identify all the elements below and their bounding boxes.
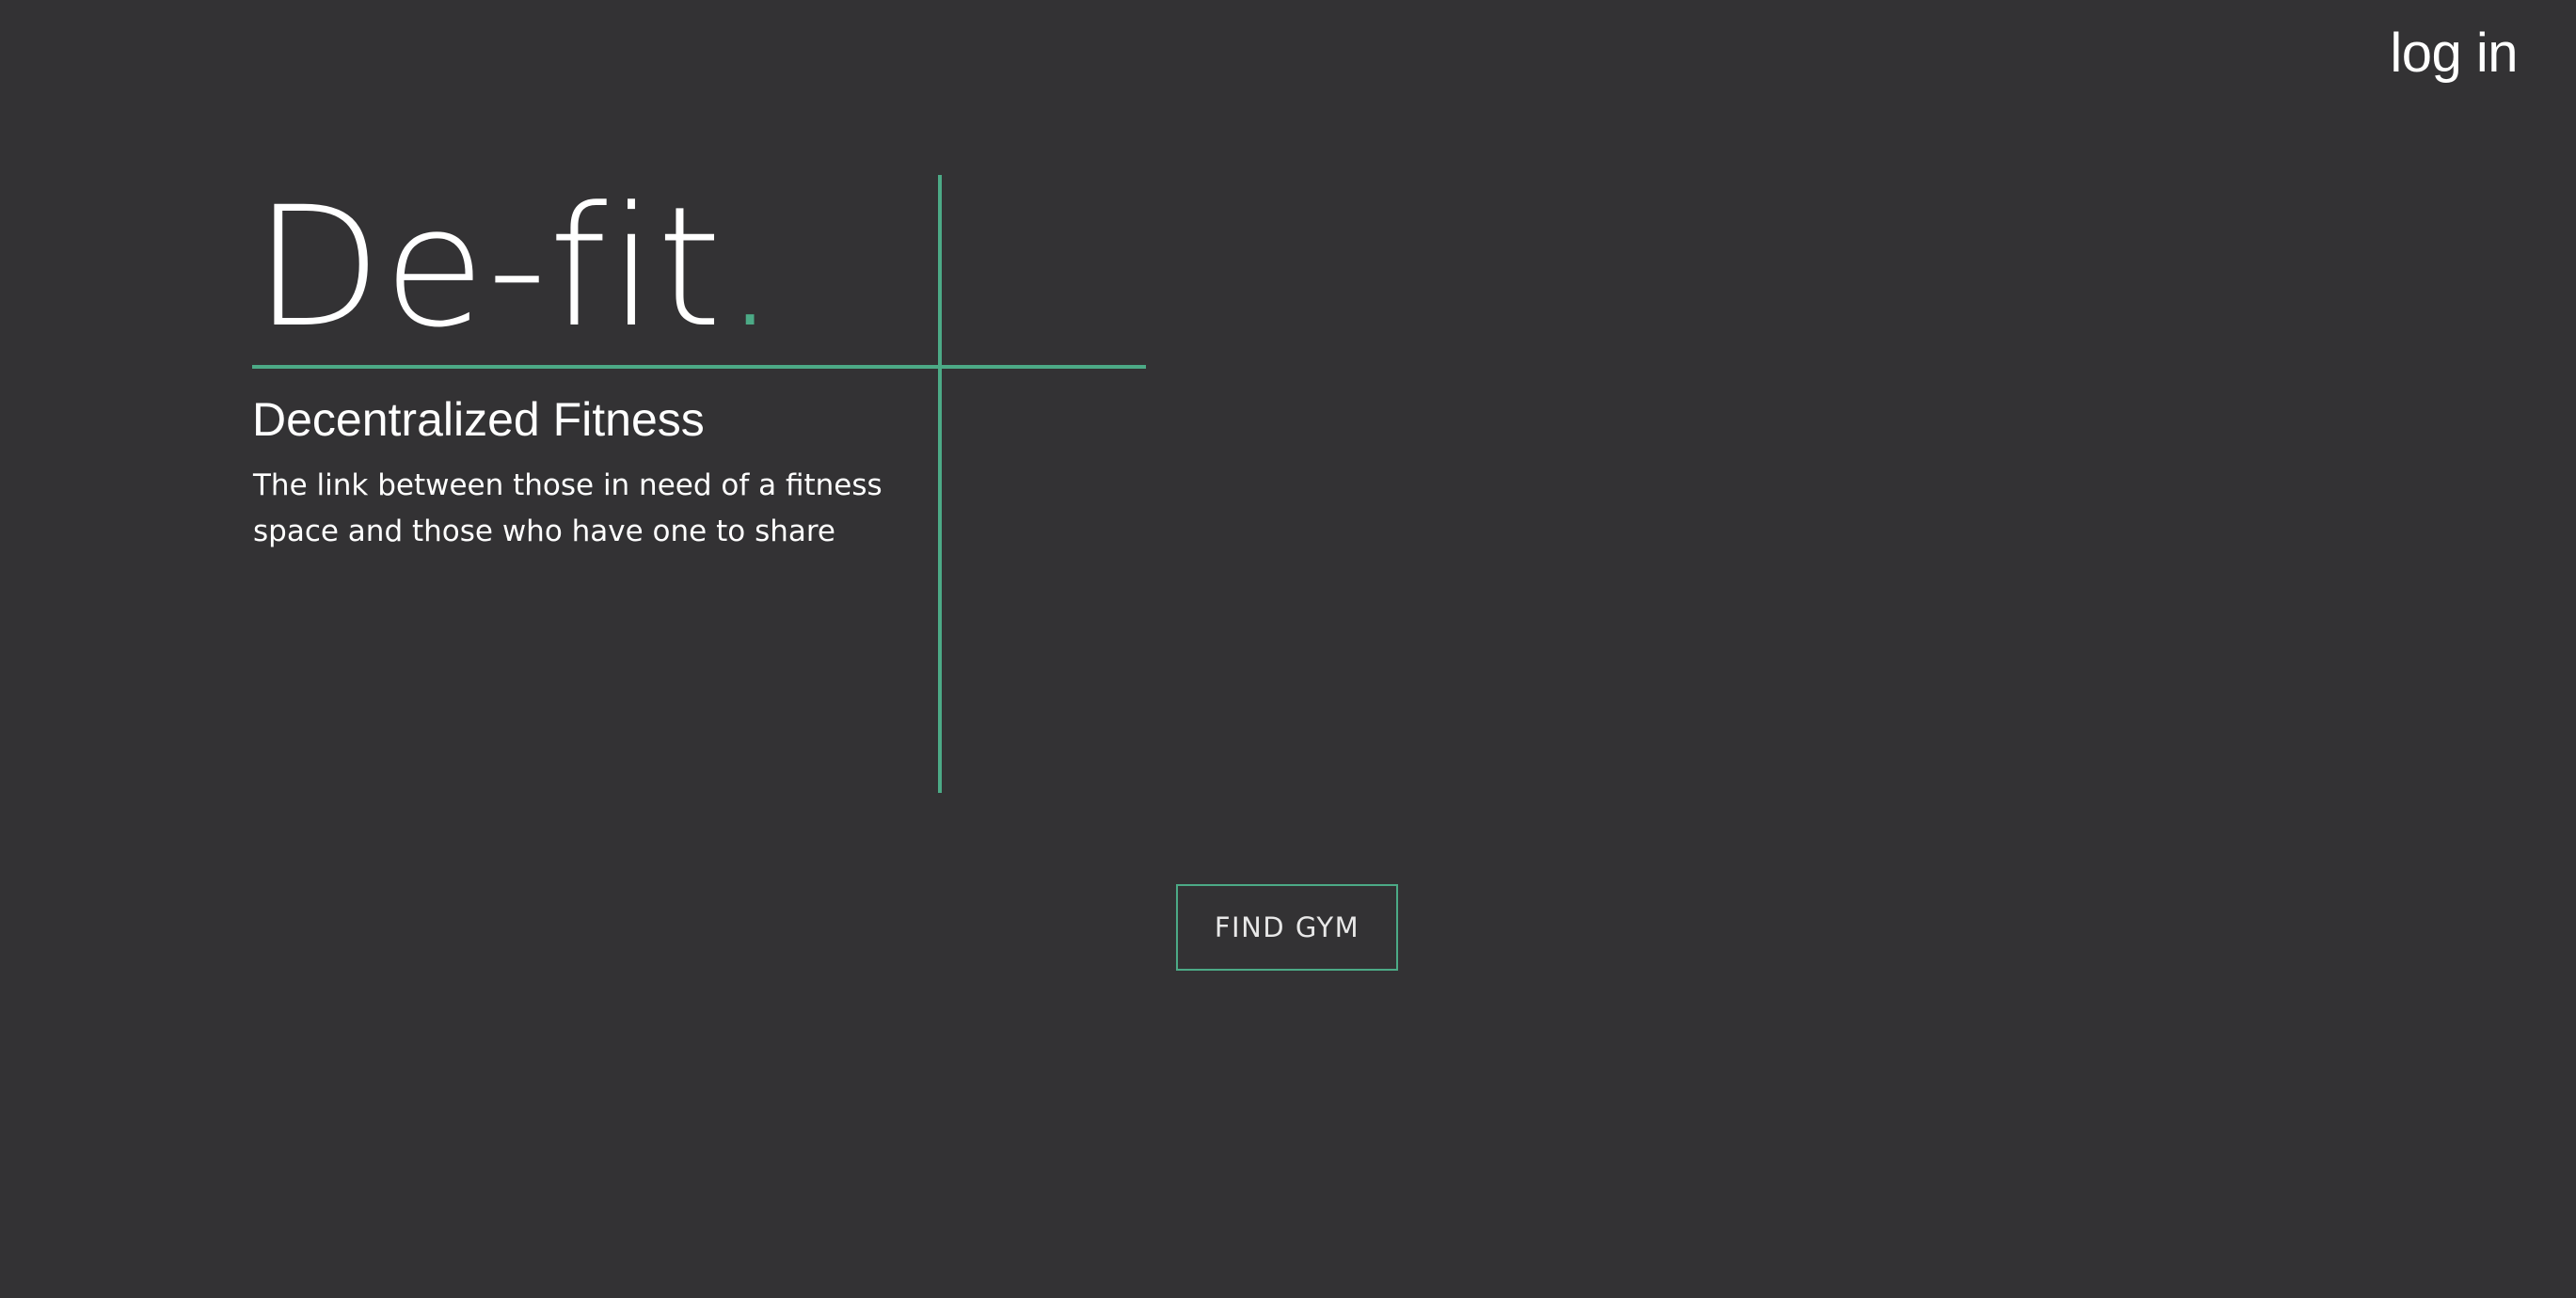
- brand-name: De-fit: [254, 171, 724, 364]
- hero-subtitle: Decentralized Fitness: [252, 393, 705, 446]
- accent-horizontal-line: [252, 365, 1146, 369]
- brand-dot: .: [724, 171, 779, 364]
- login-link[interactable]: log in: [2390, 21, 2518, 87]
- hero-tagline: The link between those in need of a fitn…: [253, 468, 883, 548]
- find-gym-button[interactable]: FIND GYM: [1176, 884, 1398, 971]
- landing-page: log in De-fit. Decentralized Fitness The…: [0, 0, 2576, 1298]
- brand-title: De-fit.: [254, 179, 778, 357]
- accent-vertical-line: [938, 175, 942, 793]
